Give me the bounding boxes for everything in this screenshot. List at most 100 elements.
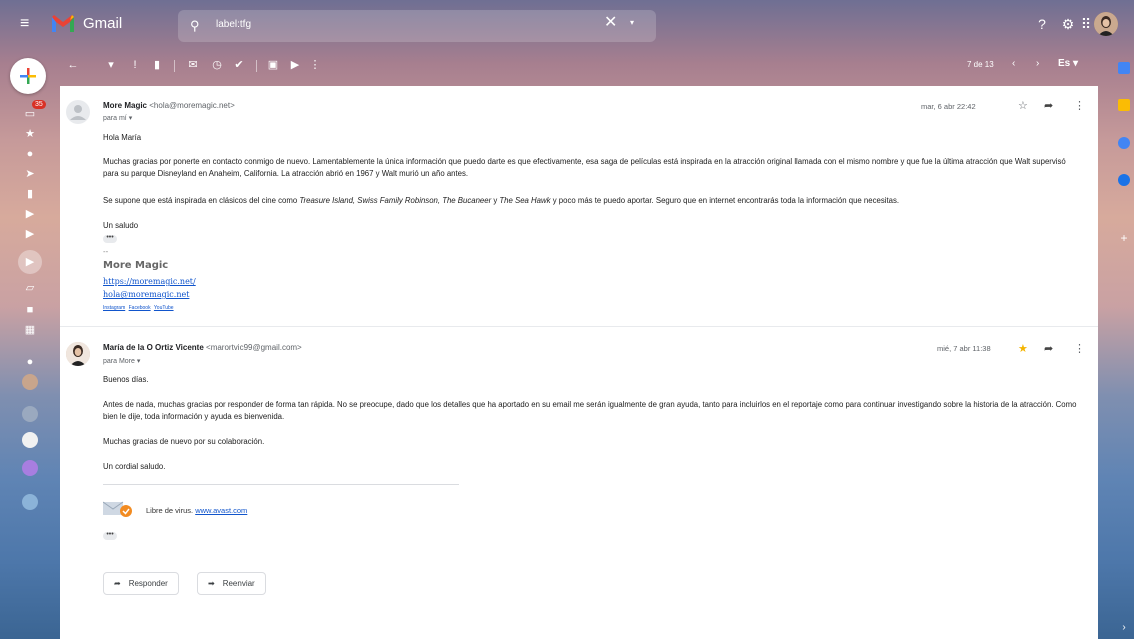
main-menu-icon[interactable]: ≡ [20,16,36,32]
starred-icon[interactable]: ★ [22,126,38,142]
paragraph-emphasis: Treasure Island, Swiss Family Robinson, … [299,196,492,205]
label-tfg-icon[interactable]: ▶ [18,250,42,274]
contact-avatar[interactable] [22,460,38,476]
recipient-line[interactable]: para mí ▾ [103,114,132,122]
contact-avatar[interactable] [22,406,38,422]
show-trimmed-content-button[interactable]: ••• [103,531,117,540]
more-vert-icon[interactable]: ⋮ [1074,342,1085,355]
toolbar-divider [174,60,175,72]
snoozed-icon[interactable]: ● [22,146,38,162]
delete-icon[interactable]: ▮ [150,58,164,72]
compose-button[interactable] [10,58,46,94]
recipient-dropdown-icon[interactable]: ▾ [129,115,133,122]
label-icon[interactable]: ▶ [22,206,38,222]
paragraph-text: Se supone que está inspirada en clásicos… [103,196,300,205]
tasks-icon[interactable] [1118,137,1130,149]
expand-panel-icon[interactable]: › [1118,622,1130,634]
search-icon[interactable]: ⚲ [190,18,200,34]
sent-icon[interactable]: ➤ [22,166,38,182]
labels-icon[interactable]: ▶ [288,58,302,72]
calendar-icon[interactable] [1118,62,1130,74]
previous-icon[interactable]: ‹ [1012,58,1015,69]
youtube-link[interactable]: YouTube [154,305,174,311]
contact-avatar[interactable] [22,494,38,510]
facebook-link[interactable]: Facebook [129,305,151,311]
reply-button[interactable]: ➦ Responder [103,572,179,595]
input-language: Es [1058,58,1071,69]
sender-email: <hola@moremagic.net> [149,101,235,110]
meet-icon[interactable]: ▱ [22,280,38,296]
search-bar[interactable]: ⚲ label:tfg [178,10,656,42]
recipient-dropdown-icon[interactable]: ▾ [137,358,141,365]
search-options-icon[interactable]: ▾ [630,18,634,27]
unread-count-badge: 35 [32,100,46,109]
message-divider [60,326,1098,327]
pagination-text: 7 de 13 [967,60,994,69]
paragraph: Muchas gracias de nuevo por su colaborac… [103,437,265,446]
reply-icon[interactable]: ➦ [1044,342,1053,355]
next-icon[interactable]: › [1036,58,1039,69]
compose-plus-icon [20,68,36,84]
reply-icon[interactable]: ➦ [1044,99,1053,112]
account-avatar[interactable] [1094,12,1118,36]
keyboard-icon[interactable]: ▦ [22,322,38,338]
signature-email-link[interactable]: hola@moremagic.net [103,290,189,299]
signature-separator: -- [103,247,109,256]
paragraph: Se supone que está inspirada en clásicos… [103,195,1083,207]
settings-gear-icon[interactable]: ⚙ [1058,14,1078,34]
show-trimmed-content-button[interactable]: ••• [103,234,117,243]
message-toolbar: ← ▾ ! ▮ ✉ ◷ ✔ ▣ ▶ ⋮ 7 de 13 ‹ › Es ▾ [60,52,1098,80]
move-to-icon[interactable]: ▣ [266,58,280,72]
virus-free-notice: Libre de virus. www.avast.com [146,506,247,515]
closing: Un saludo [103,221,139,230]
forward-button-label: Reenviar [222,579,255,588]
greeting: Buenos días. [103,375,149,384]
clear-search-icon[interactable]: ✕ [604,12,617,32]
sender-avatar [66,100,90,124]
avast-link[interactable]: www.avast.com [195,506,247,515]
sender-name: More Magic [103,101,148,110]
paragraph: Antes de nada, muchas gracias por respon… [103,400,1077,421]
archive-icon[interactable]: ▾ [104,58,118,72]
sender-name: María de la O Ortiz Vicente [103,343,204,352]
message-date: mar, 6 abr 22:42 [921,102,976,111]
contact-avatar[interactable] [22,432,38,448]
gmail-logo-text: Gmail [83,14,123,32]
mark-unread-icon[interactable]: ✉ [186,58,200,72]
help-icon[interactable]: ? [1032,14,1052,34]
snooze-icon[interactable]: ◷ [210,58,224,72]
search-input[interactable]: label:tfg [216,19,251,30]
recipient-text: para mí [103,115,127,122]
chat-icon[interactable]: ● [22,354,38,370]
contacts-icon[interactable] [1118,174,1130,186]
video-icon[interactable]: ■ [22,302,38,318]
toolbar-divider [256,60,257,72]
report-spam-icon[interactable]: ! [128,58,142,72]
sender-avatar [66,342,90,366]
drafts-icon[interactable]: ▮ [22,186,38,202]
keep-icon[interactable] [1118,99,1130,111]
instagram-link[interactable]: Instagram [103,305,125,311]
more-vert-icon[interactable]: ⋮ [1074,99,1085,112]
star-icon[interactable]: ★ [1018,342,1028,355]
more-options-icon[interactable]: ⋮ [308,58,322,72]
apps-grid-icon[interactable]: ⠿ [1076,14,1096,34]
recipient-line[interactable]: para More ▾ [103,357,140,365]
label-icon[interactable]: ▶ [22,226,38,242]
gmail-logo[interactable]: Gmail [51,13,122,33]
star-icon[interactable]: ☆ [1018,99,1028,112]
virus-free-label: Libre de virus. [146,506,194,515]
top-bar: ≡ Gmail ⚲ label:tfg ✕ ▾ ? ⚙ ⠿ [0,0,1134,48]
forward-button[interactable]: ➡ Reenviar [197,572,266,595]
paragraph-emphasis: The Sea Hawk [499,196,551,205]
add-task-icon[interactable]: ✔ [232,58,246,72]
signature-website-link[interactable]: https://moremagic.net/ [103,277,196,286]
reply-arrow-icon: ➦ [114,579,121,588]
sender-line: More Magic <hola@moremagic.net> [103,101,235,110]
contact-avatar[interactable] [22,374,38,390]
get-addons-icon[interactable]: + [1118,232,1130,244]
reply-button-label: Responder [128,579,168,588]
input-tools-button[interactable]: Es ▾ [1058,58,1078,69]
back-arrow-icon[interactable]: ← [66,58,80,72]
paragraph-text: y poco más te puedo aportar. Seguro que … [550,196,900,205]
